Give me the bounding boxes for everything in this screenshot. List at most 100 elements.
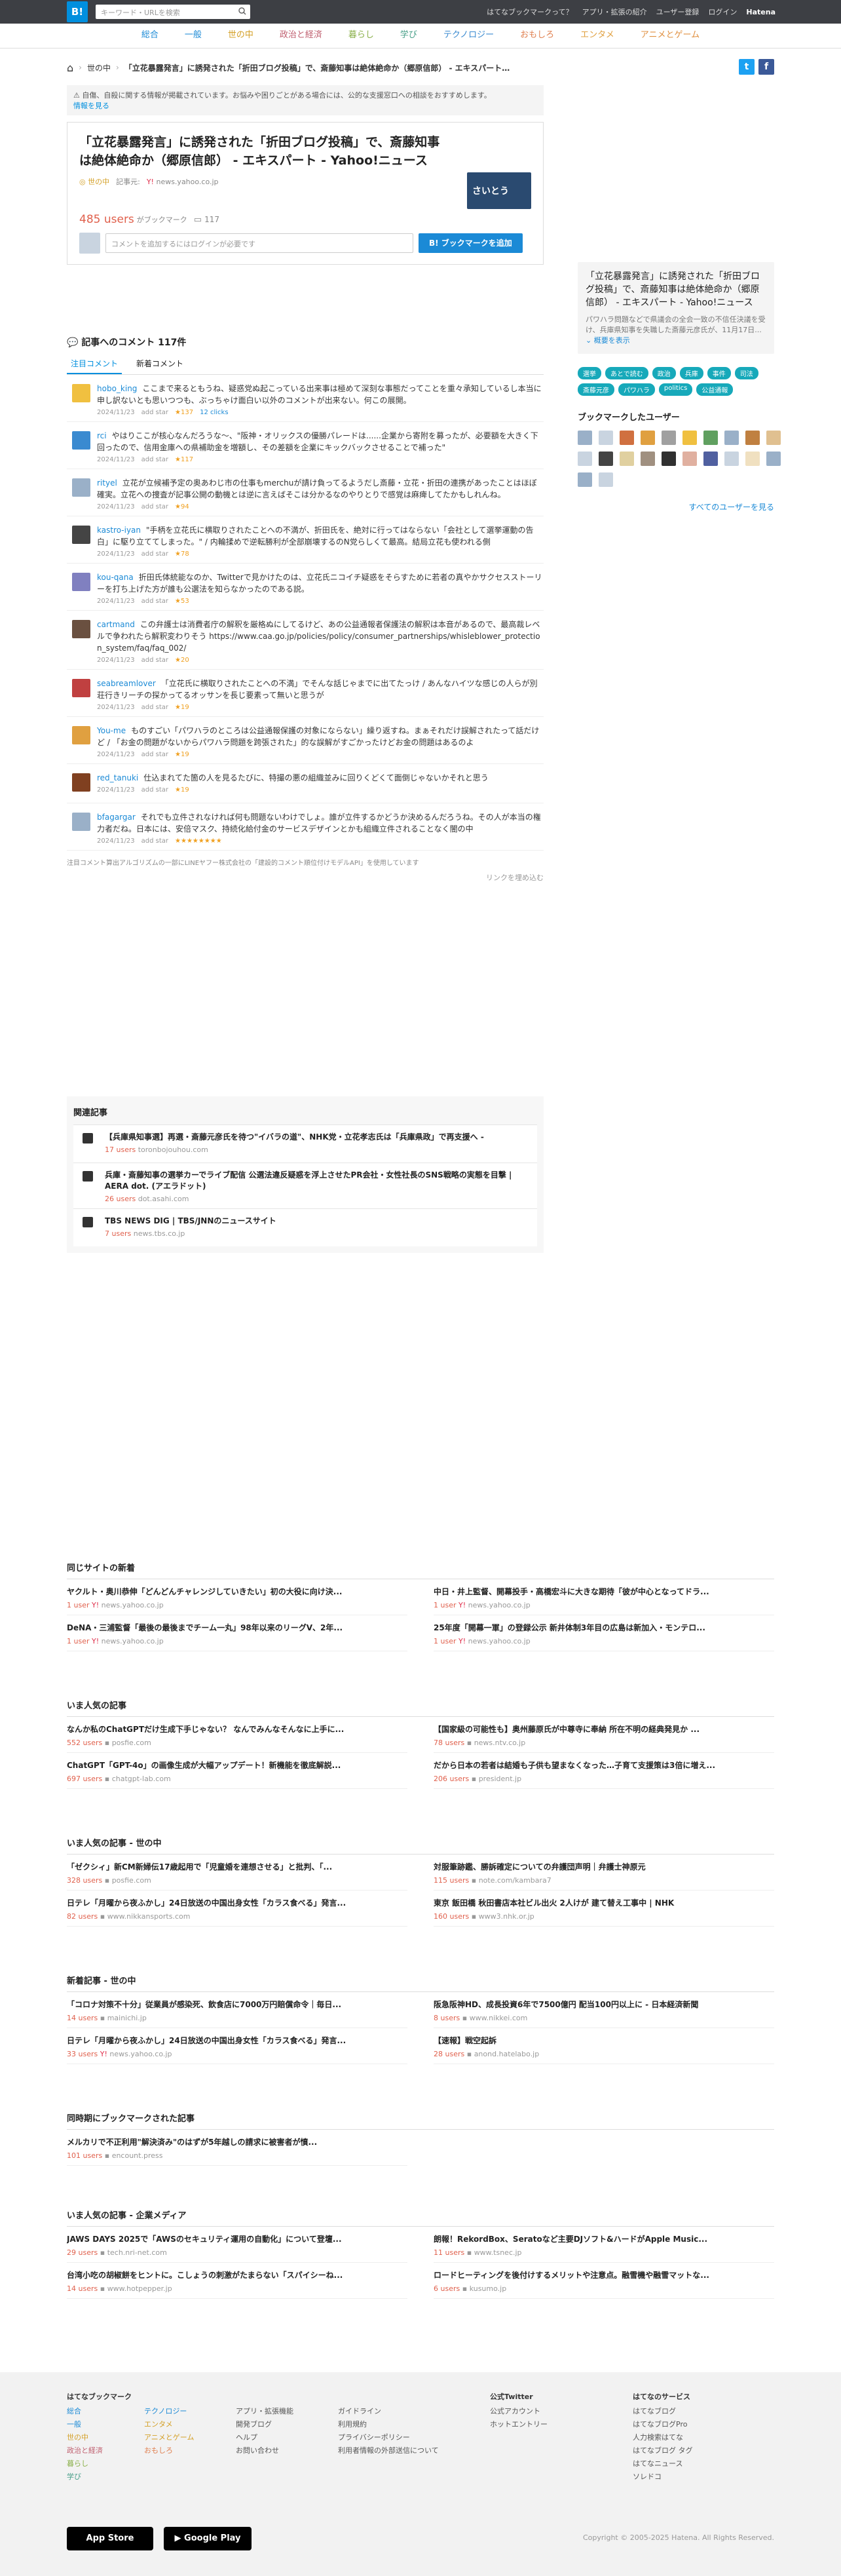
article-title[interactable]: ChatGPT「GPT-4o」の画像生成が大幅アップデート！新機能を徹底解説..… (67, 1759, 407, 1771)
tab-new-comments[interactable]: 新着コメント (132, 354, 187, 374)
entry-title[interactable]: 「立花暴露発言」に誘発された「折田ブログ投稿」で、斎藤知事は絶体絶命か（郷原信郎… (79, 133, 446, 170)
category-life[interactable]: 暮らし (335, 24, 387, 48)
username[interactable]: kastro-iyan (97, 526, 141, 535)
footer-link[interactable]: 一般 (67, 2418, 103, 2431)
article-source[interactable]: note.com/kambara7 (479, 1876, 551, 1885)
avatar[interactable] (72, 573, 90, 591)
article-source[interactable]: www.tsnec.jp (474, 2248, 522, 2257)
home-icon[interactable]: ⌂ (67, 62, 73, 74)
article-source[interactable]: www.nikkansports.com (107, 1912, 191, 1921)
bookmark-users-count[interactable]: 485 users (79, 213, 134, 226)
article-item[interactable]: 対服筆跡鑑、勝訴確定についての弁護団声明｜弁護士神原元 115 users ▪ n… (434, 1855, 774, 1891)
star-button[interactable]: add star (141, 837, 168, 845)
avatar[interactable] (703, 431, 718, 445)
footer-link[interactable]: ガイドライン (338, 2405, 439, 2418)
source-link[interactable]: Y! news.yahoo.co.jp (147, 178, 219, 186)
avatar[interactable] (72, 813, 90, 831)
tag[interactable]: politics (658, 383, 693, 396)
footer-link[interactable]: 政治と経済 (67, 2444, 103, 2457)
comment-date[interactable]: 2024/11/23 (97, 598, 135, 605)
article-title[interactable]: 【国家級の可能性も】奥州藤原氏が中尊寺に奉納 所在不明の経典発見か ... (434, 1723, 774, 1735)
footer-link[interactable]: 公式アカウント (490, 2405, 548, 2418)
article-item[interactable]: メルカリで不正利用"解決済み"のはずが5年越しの請求に被害者が憤... 101 u… (67, 2130, 407, 2166)
category-technology[interactable]: テクノロジー (430, 24, 507, 48)
article-title[interactable]: 【速報】戦空起訴 (434, 2035, 774, 2046)
article-source[interactable]: www.nikkei.com (470, 2014, 528, 2022)
comment-date[interactable]: 2024/11/23 (97, 837, 135, 845)
footer-link[interactable]: はてなブログ タグ (633, 2444, 693, 2457)
article-users[interactable]: 28 users (434, 2050, 464, 2058)
article-title[interactable]: 「ゼクシィ」新CM新婦伝17歳起用で「児童婚を連想させる」と批判、「... (67, 1861, 407, 1872)
footer-link[interactable]: はてなニュース (633, 2457, 693, 2470)
comment-date[interactable]: 2024/11/23 (97, 657, 135, 664)
tab-popular-comments[interactable]: 注目コメント (67, 354, 122, 374)
article-users[interactable]: 328 users (67, 1876, 102, 1885)
tag[interactable]: 選挙 (578, 367, 601, 379)
article-item[interactable]: だから日本の若者は結婚も子供も望まなくなった…子育て支援策は3倍に増え... 20… (434, 1753, 774, 1789)
app-store-button[interactable]: App Store (67, 2527, 153, 2550)
star-button[interactable]: add star (141, 786, 168, 794)
avatar[interactable] (724, 452, 739, 466)
footer-link[interactable]: 開発ブログ (236, 2418, 293, 2431)
category-politics[interactable]: 政治と経済 (267, 24, 335, 48)
article-source[interactable]: www3.nhk.or.jp (479, 1912, 534, 1921)
avatar[interactable] (662, 431, 676, 445)
article-source[interactable]: tech.nri-net.com (107, 2248, 167, 2257)
star-count[interactable]: ★20 (175, 657, 189, 664)
add-bookmark-button[interactable]: B! ブックマークを追加 (419, 233, 523, 253)
star-count[interactable]: ★78 (175, 550, 189, 558)
article-source[interactable]: posfie.com (112, 1739, 151, 1747)
tag[interactable]: 兵庫 (679, 367, 703, 379)
star-count[interactable]: ★19 (175, 751, 189, 758)
apps-link[interactable]: アプリ・拡張の紹介 (582, 7, 647, 17)
comment-date[interactable]: 2024/11/23 (97, 786, 135, 794)
avatar[interactable] (72, 773, 90, 792)
article-title[interactable]: 阪急阪神HD、成長投資6年で7500億円 配当100円以上に - 日本経済新聞 (434, 1999, 774, 2010)
article-source[interactable]: encount.press (112, 2151, 163, 2160)
article-title[interactable]: DeNA・三浦監督「最後の最後までチーム一丸」98年以来のリーグV、2年... (67, 1622, 407, 1633)
hatena-bookmark-logo[interactable]: B! (67, 1, 88, 22)
comment-date[interactable]: 2024/11/23 (97, 503, 135, 510)
article-source[interactable]: anond.hatelabo.jp (474, 2050, 540, 2058)
category-ippan[interactable]: 一般 (172, 24, 215, 48)
article-title[interactable]: 「コロナ対策不十分」従業員が感染死、飲食店に7000万円賠償命令｜毎日... (67, 1999, 407, 2010)
star-button[interactable]: add star (141, 456, 168, 463)
login-link[interactable]: ログイン (708, 7, 737, 17)
avatar[interactable] (72, 526, 90, 544)
star-button[interactable]: add star (141, 751, 168, 758)
article-title[interactable]: 対服筆跡鑑、勝訴確定についての弁護団声明｜弁護士神原元 (434, 1861, 774, 1872)
footer-link[interactable]: 学び (67, 2470, 103, 2484)
avatar[interactable] (599, 472, 613, 487)
username[interactable]: kou-qana (97, 573, 134, 582)
article-item[interactable]: 朗報！RekordBox、Seratoなど主要DJソフト&ハードがApple M… (434, 2227, 774, 2263)
username[interactable]: rityel (97, 478, 117, 488)
article-source[interactable]: chatgpt-lab.com (112, 1775, 171, 1783)
avatar[interactable] (745, 431, 760, 445)
avatar[interactable] (578, 431, 592, 445)
google-play-button[interactable]: ▶ Google Play (164, 2527, 252, 2550)
username[interactable]: red_tanuki (97, 773, 138, 782)
star-count[interactable]: ★94 (175, 503, 189, 510)
avatar[interactable] (72, 431, 90, 450)
star-button[interactable]: add star (141, 704, 168, 711)
article-users[interactable]: 206 users (434, 1775, 469, 1783)
article-title[interactable]: だから日本の若者は結婚も子供も望まなくなった…子育て支援策は3倍に増え... (434, 1759, 774, 1771)
article-users[interactable]: 1 user (434, 1601, 457, 1609)
star-button[interactable]: add star (141, 550, 168, 558)
show-summary-link[interactable]: 概要を表示 (594, 336, 630, 345)
article-source[interactable]: news.yahoo.co.jp (109, 2050, 172, 2058)
username[interactable]: cartmand (97, 620, 135, 629)
username[interactable]: rci (97, 431, 107, 440)
footer-link[interactable]: 暮らし (67, 2457, 103, 2470)
article-users[interactable]: 1 user (434, 1637, 457, 1645)
related-title[interactable]: 【兵庫県知事選】再選・斎藤元彦氏を待つ"イバラの道"、NHK党・立花孝志氏は「兵… (105, 1132, 529, 1143)
footer-link[interactable]: プライバシーポリシー (338, 2431, 439, 2444)
article-item[interactable]: なんか私のChatGPTだけ生成下手じゃない？ なんでみんなそんなに上手に...… (67, 1717, 407, 1753)
clicks-count[interactable]: 12 clicks (200, 409, 228, 416)
category-general[interactable]: 総合 (128, 24, 172, 48)
related-title[interactable]: 兵庫・斎藤知事の選挙カーでライブ配信 公選法違反疑惑を浮上させたPR会社・女性社… (105, 1170, 529, 1192)
comment-input[interactable]: コメントを追加するにはログインが必要です (105, 233, 413, 253)
tag[interactable]: あとで読む (605, 367, 648, 379)
avatar[interactable] (72, 478, 90, 497)
facebook-icon[interactable]: f (758, 59, 774, 75)
